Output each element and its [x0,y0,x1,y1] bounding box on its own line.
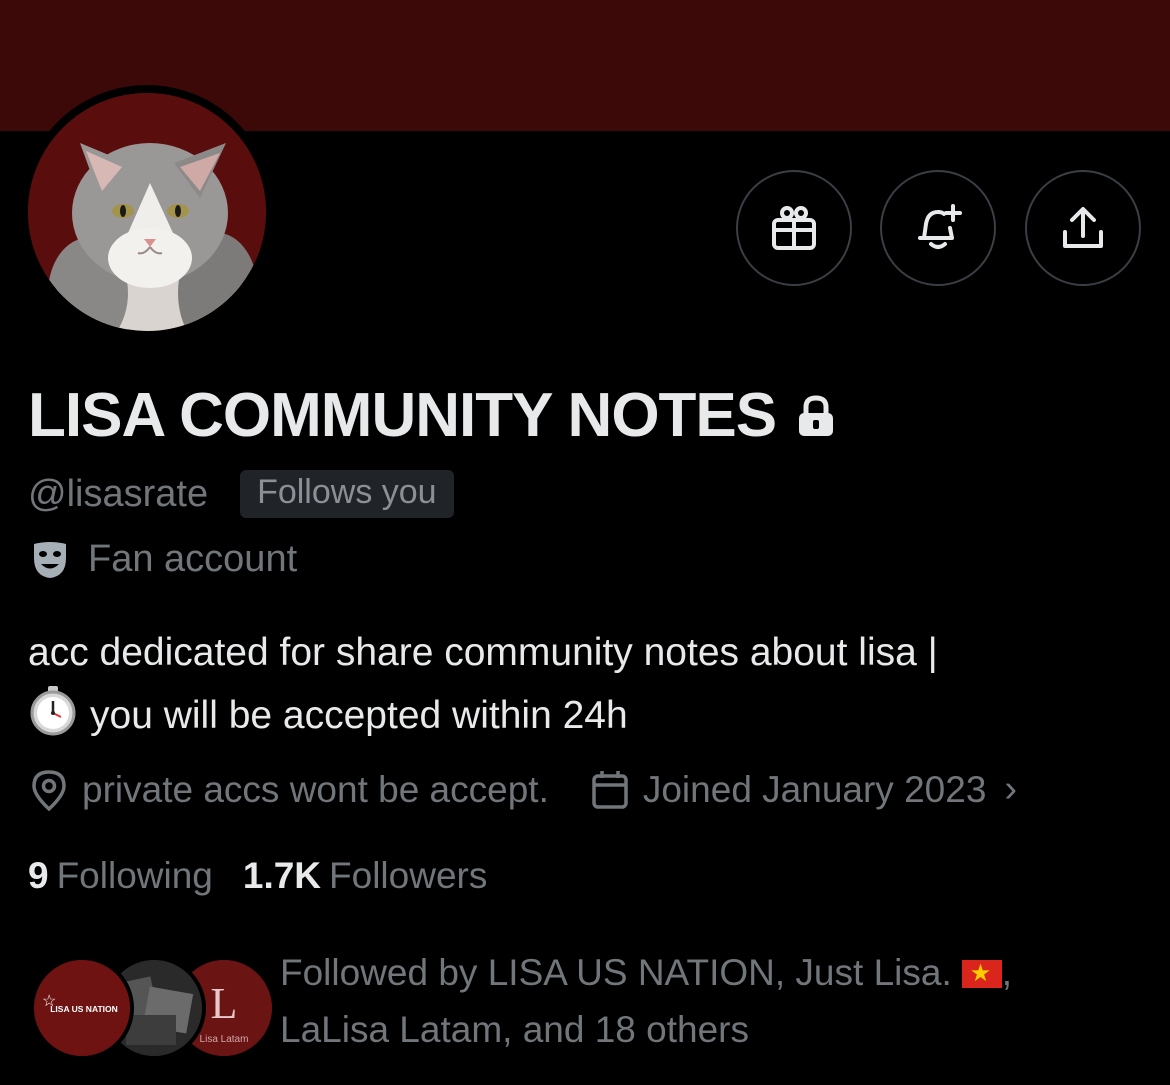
followed-by-line-2: LaLisa Latam, and 18 others [280,1009,749,1050]
mutual-avatar-caption: Lisa Latam [200,1034,249,1045]
following-label: Following [56,855,213,896]
followed-by-comma: , [1001,952,1013,993]
calendar-icon [592,770,628,809]
display-name: LISA COMMUNITY NOTES [28,381,777,450]
stopwatch-emoji-icon [30,686,76,736]
subscribe-gift-button[interactable] [736,170,852,286]
mutual-avatar-caption: LISA US NATION [50,1004,118,1014]
mutual-followers-avatars[interactable]: L Lisa Latam ☆ LISA US NATION [30,952,276,1060]
followed-by-line-1: Followed by LISA US NATION, Just Lisa. [280,952,952,993]
joined-date[interactable]: Joined January 2023 [643,769,987,811]
location-pin-icon [32,769,66,811]
follow-stats: 9 Following 1.7K Followers [28,855,487,897]
mutual-avatar-letter: L [211,979,238,1028]
bio-line-1: acc dedicated for share community notes … [28,631,938,674]
name-row: LISA COMMUNITY NOTES [28,380,836,451]
category-row: Fan account [32,538,297,581]
chevron-right-icon[interactable]: › [1004,768,1017,811]
vietnam-flag-emoji-icon: ★ [961,960,1002,988]
mutual-avatar-lisa-us-nation: ☆ LISA US NATION [30,956,134,1060]
following-count: 9 [28,855,49,896]
follows-you-badge: Follows you [240,470,454,518]
gift-icon [772,206,816,250]
followers-label: Followers [329,855,488,896]
bio-line-2-wrap: you will be accepted within 24h [28,684,1148,747]
profile-avatar[interactable] [20,85,274,339]
bio-line-2: you will be accepted within 24h [90,694,628,737]
handle-row: @lisasrate Follows you [28,470,454,518]
bio: acc dedicated for share community notes … [28,622,1148,747]
followed-by-text[interactable]: Followed by LISA US NATION, Just Lisa. ★,… [280,944,1140,1058]
lock-icon [799,394,834,436]
share-button[interactable] [1025,170,1141,286]
bell-plus-icon [918,204,962,249]
share-icon [1063,207,1103,248]
followers-count: 1.7K [242,855,322,896]
category-label: Fan account [88,538,298,580]
theater-mask-icon [34,541,66,578]
profile-meta-row: private accs wont be accept. Joined Janu… [30,768,1017,811]
user-handle: @lisasrate [28,472,209,515]
following-link[interactable]: 9 Following [28,855,213,897]
followers-link[interactable]: 1.7K Followers [243,855,487,897]
cat-avatar-image [28,93,266,331]
location-text: private accs wont be accept. [82,768,549,810]
notifications-button[interactable] [880,170,996,286]
